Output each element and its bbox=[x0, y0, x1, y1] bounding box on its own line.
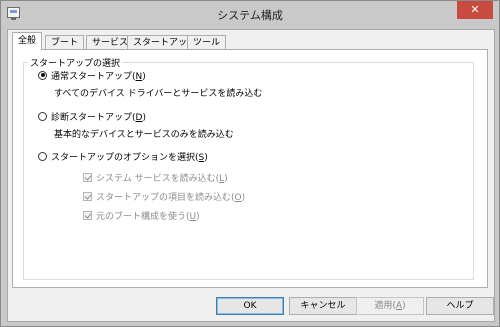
load-startup-items-text: スタートアップの項目を読み込む( bbox=[96, 192, 235, 203]
diagnostic-startup-suffix: ) bbox=[142, 112, 146, 123]
cancel-button[interactable]: キャンセル bbox=[289, 297, 357, 315]
load-system-services-checkbox[interactable] bbox=[83, 172, 92, 182]
diagnostic-startup-desc: 基本的なデバイスとサービスのみを読み込む bbox=[54, 130, 234, 140]
selective-startup-text: スタートアップのオプションを選択( bbox=[51, 152, 199, 163]
tab-boot[interactable]: ブート bbox=[45, 35, 85, 50]
use-original-boot-config-checkbox[interactable] bbox=[83, 210, 92, 220]
load-startup-items-suffix: ) bbox=[241, 192, 246, 203]
close-button[interactable]: ✕ bbox=[457, 1, 493, 19]
normal-startup-radio[interactable] bbox=[38, 70, 47, 80]
normal-startup-option[interactable]: 通常スタートアップ(N) bbox=[38, 68, 146, 82]
window-title: システム構成 bbox=[217, 9, 283, 22]
load-startup-items-shortcut: O bbox=[234, 192, 242, 203]
normal-startup-text: 通常スタートアップ( bbox=[51, 71, 136, 82]
load-system-services-text: システム サービスを読み込む( bbox=[96, 173, 220, 184]
diagnostic-startup-option[interactable]: 診断スタートアップ(D) bbox=[38, 109, 146, 123]
selective-startup-label[interactable]: スタートアップのオプションを選択(S) bbox=[51, 150, 208, 163]
load-startup-items-checkbox[interactable] bbox=[83, 191, 92, 201]
normal-startup-suffix: ) bbox=[142, 71, 146, 82]
diagnostic-startup-radio[interactable] bbox=[38, 111, 47, 121]
diagnostic-startup-label[interactable]: 診断スタートアップ(D) bbox=[51, 110, 146, 123]
load-system-services-suffix: ) bbox=[224, 173, 228, 184]
load-system-services-option[interactable]: システム サービスを読み込む(L) bbox=[83, 170, 228, 184]
use-original-boot-config-label: 元のブート構成を使う(U) bbox=[96, 209, 200, 222]
load-system-services-label: システム サービスを読み込む(L) bbox=[96, 171, 228, 184]
system-config-window: システム構成 ✕ 全般 ブート サービス スタートアップ ツール スタートアップ… bbox=[0, 0, 500, 327]
load-startup-items-option[interactable]: スタートアップの項目を読み込む(O) bbox=[83, 189, 245, 203]
use-original-boot-config-option[interactable]: 元のブート構成を使う(U) bbox=[83, 208, 200, 222]
selective-startup-option[interactable]: スタートアップのオプションを選択(S) bbox=[38, 149, 208, 163]
tab-general[interactable]: 全般 bbox=[12, 32, 43, 50]
use-original-boot-config-suffix: ) bbox=[196, 211, 200, 222]
normal-startup-desc: すべてのデバイス ドライバーとサービスを読み込む bbox=[54, 89, 263, 99]
help-button[interactable]: ヘルプ bbox=[426, 297, 494, 315]
normal-startup-label[interactable]: 通常スタートアップ(N) bbox=[51, 69, 146, 82]
use-original-boot-config-text: 元のブート構成を使う( bbox=[96, 211, 190, 222]
apply-button[interactable]: 適用(A) bbox=[356, 297, 424, 315]
apply-button-text: 適用( bbox=[374, 301, 396, 311]
load-startup-items-label: スタートアップの項目を読み込む(O) bbox=[96, 190, 245, 203]
selective-startup-radio[interactable] bbox=[38, 151, 47, 161]
diagnostic-startup-text: 診断スタートアップ( bbox=[51, 112, 136, 123]
tab-tools[interactable]: ツール bbox=[187, 35, 227, 50]
dialog-body: 全般 ブート サービス スタートアップ ツール スタートアップの選択 通常スター… bbox=[7, 29, 495, 322]
general-tab-panel: スタートアップの選択 通常スタートアップ(N) すべてのデバイス ドライバーとサ… bbox=[12, 49, 488, 288]
apply-button-suffix: ) bbox=[402, 301, 406, 311]
startup-selection-group: スタートアップの選択 通常スタートアップ(N) すべてのデバイス ドライバーとサ… bbox=[23, 56, 474, 280]
selective-startup-suffix: ) bbox=[204, 152, 208, 163]
title-bar[interactable]: システム構成 ✕ bbox=[1, 1, 499, 29]
ok-button[interactable]: OK bbox=[216, 297, 284, 315]
